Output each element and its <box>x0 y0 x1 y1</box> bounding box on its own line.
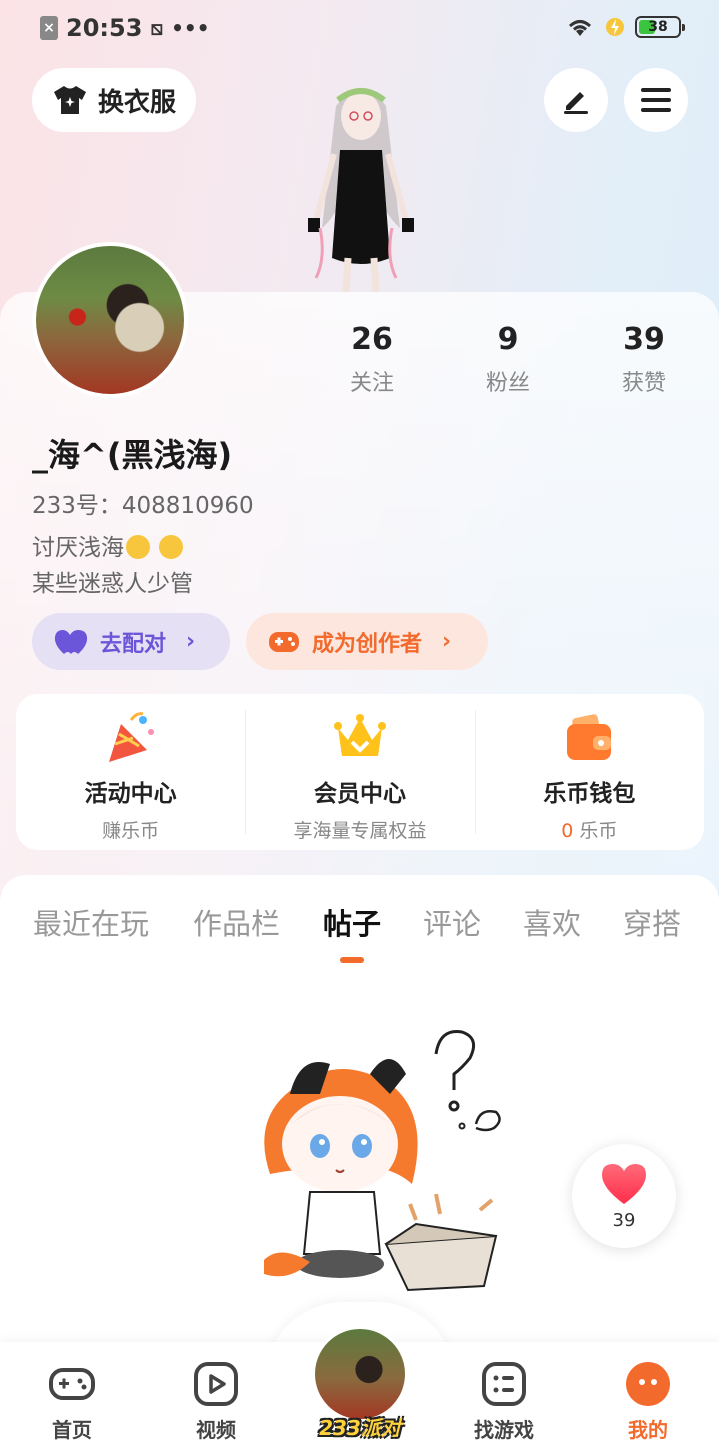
status-time: 20:53 <box>66 14 143 42</box>
change-outfit-label: 换衣服 <box>97 87 176 118</box>
become-creator-button[interactable]: 成为创作者 › <box>246 613 488 670</box>
nav-mine-label: 我的 <box>628 1418 668 1442</box>
coin-wallet-title: 乐币钱包 <box>543 781 636 807</box>
nav-find-games[interactable]: 找游戏 <box>454 1360 554 1443</box>
crown-icon <box>333 714 386 756</box>
eye-roll-emoji-icon <box>126 534 150 559</box>
like-floating-button[interactable]: 39 <box>572 1144 676 1248</box>
gamepad-icon <box>49 1368 95 1400</box>
bio: 讨厌浅海 某些迷惑人少管 <box>32 530 193 602</box>
play-icon <box>194 1362 238 1406</box>
bio-line-1: 讨厌浅海 <box>32 535 124 561</box>
nav-video[interactable]: 视频 <box>166 1360 266 1443</box>
tab-outfits[interactable]: 穿搭 <box>623 901 681 943</box>
tab-likes[interactable]: 喜欢 <box>523 901 581 943</box>
stat-likes-value: 39 <box>623 322 665 357</box>
stat-fans-value: 9 <box>497 322 519 357</box>
chevron-right-icon: › <box>442 629 452 654</box>
stat-likes[interactable]: 39 获赞 <box>584 322 704 397</box>
member-center[interactable]: 会员中心 享海量专属权益 <box>245 694 474 850</box>
avatar[interactable] <box>32 242 188 398</box>
user-id: 233号：408810960 <box>32 493 254 519</box>
nav-home-label: 首页 <box>52 1418 92 1442</box>
content-tabs: 最近在玩 作品栏 帖子 评论 喜欢 穿搭 <box>0 875 719 965</box>
stat-following-label: 关注 <box>349 371 394 396</box>
status-bar: × 20:53 ⧅ ••• 38 <box>0 0 719 58</box>
profile-face-icon <box>626 1362 670 1406</box>
nav-find-games-label: 找游戏 <box>474 1418 534 1442</box>
member-center-title: 会员中心 <box>313 781 406 807</box>
nav-video-label: 视频 <box>196 1418 236 1442</box>
heart-icon <box>602 1163 646 1204</box>
avatar-character-figure[interactable] <box>296 78 426 292</box>
stat-likes-label: 获赞 <box>621 371 666 396</box>
menu-button[interactable] <box>624 68 688 132</box>
tab-works[interactable]: 作品栏 <box>193 901 280 943</box>
wifi-icon <box>568 20 592 36</box>
stat-following[interactable]: 26 关注 <box>312 322 432 397</box>
change-outfit-button[interactable]: 换衣服 <box>32 68 196 132</box>
sim-icon: × <box>40 16 58 40</box>
wallet-icon <box>567 714 612 760</box>
gamepad-icon <box>269 631 299 652</box>
heart-icon <box>54 629 88 654</box>
activity-center-title: 活动中心 <box>84 781 177 807</box>
activity-center[interactable]: 活动中心 赚乐币 <box>16 694 245 850</box>
become-creator-label: 成为创作者 <box>312 631 423 657</box>
coin-wallet-sub: 0 乐币 <box>561 816 617 843</box>
menu-icon <box>641 88 671 112</box>
more-icon: ••• <box>171 16 210 40</box>
tab-recently-played[interactable]: 最近在玩 <box>33 901 149 943</box>
active-tab-indicator <box>340 957 364 963</box>
tab-comments[interactable]: 评论 <box>423 901 481 943</box>
empty-state-mascot-illustration <box>264 1029 501 1292</box>
edit-profile-button[interactable] <box>544 68 608 132</box>
pen-icon <box>564 92 588 114</box>
chevron-right-icon: › <box>186 629 196 654</box>
party-popper-icon <box>108 712 154 762</box>
like-count: 39 <box>612 1209 636 1231</box>
list-icon <box>482 1362 526 1406</box>
nav-home[interactable]: 首页 <box>22 1360 122 1443</box>
tshirt-icon <box>53 86 86 114</box>
notification-icon: ⧅ <box>150 16 164 40</box>
tab-posts[interactable]: 帖子 <box>323 901 381 943</box>
username: _海^(黑浅海) <box>32 436 233 474</box>
coin-balance: 0 <box>561 820 574 842</box>
match-button[interactable]: 去配对 › <box>32 613 230 670</box>
coin-wallet[interactable]: 乐币钱包 0 乐币 <box>474 694 704 850</box>
activity-center-sub: 赚乐币 <box>102 820 160 842</box>
party-label[interactable]: 233派对 <box>312 1412 408 1441</box>
nav-mine[interactable]: 我的 <box>598 1360 698 1443</box>
party-avatar-button[interactable] <box>312 1326 408 1422</box>
bio-line-2: 某些迷惑人少管 <box>32 571 193 597</box>
charging-icon <box>606 18 624 36</box>
stat-fans[interactable]: 9 粉丝 <box>448 322 568 397</box>
battery-icon: 38 <box>635 16 685 38</box>
stat-following-value: 26 <box>351 322 393 357</box>
quick-access-card: 活动中心 赚乐币 会员中心 享海量专属权益 乐币钱包 0 乐币 <box>16 694 704 850</box>
match-label: 去配对 <box>100 631 167 657</box>
member-center-sub: 享海量专属权益 <box>293 820 427 842</box>
stat-fans-label: 粉丝 <box>485 371 530 396</box>
coin-unit: 乐币 <box>573 820 618 842</box>
unamused-emoji-icon <box>159 534 184 559</box>
